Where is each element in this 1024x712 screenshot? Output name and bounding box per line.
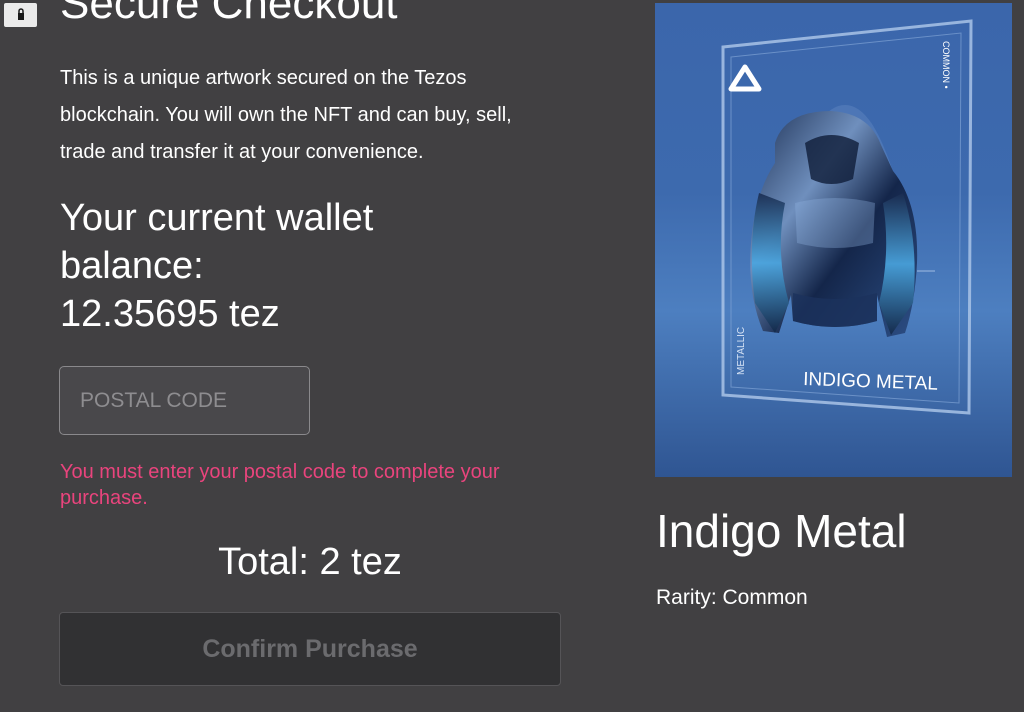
card-side-top-text: COMMON • [941, 41, 951, 89]
hoodie-illustration [750, 111, 918, 337]
item-rarity: Rarity: Common [656, 586, 808, 609]
card-side-bottom-text: METALLIC [736, 327, 747, 375]
delta-logo-icon [728, 64, 762, 92]
wallet-balance-amount: 12.35695 tez [60, 293, 280, 335]
wallet-balance: Your current wallet balance: 12.35695 te… [60, 194, 480, 338]
page-title: Secure Checkout [60, 0, 398, 28]
postal-code-input[interactable] [59, 366, 310, 435]
checkout-page: Secure Checkout This is a unique artwork… [0, 0, 1024, 712]
confirm-purchase-button[interactable]: Confirm Purchase [59, 612, 561, 686]
postal-code-error: You must enter your postal code to compl… [60, 461, 500, 509]
nft-artwork: COMMON • METALLIC INDIGO METAL [655, 3, 1012, 477]
item-name: Indigo Metal [656, 505, 907, 557]
wallet-balance-heading: Your current wallet balance: [60, 197, 374, 287]
order-total: Total: 2 tez [218, 541, 402, 583]
card-label: INDIGO METAL [803, 369, 938, 395]
nft-description: This is a unique artwork secured on the … [60, 67, 512, 163]
lock-icon [4, 3, 37, 27]
